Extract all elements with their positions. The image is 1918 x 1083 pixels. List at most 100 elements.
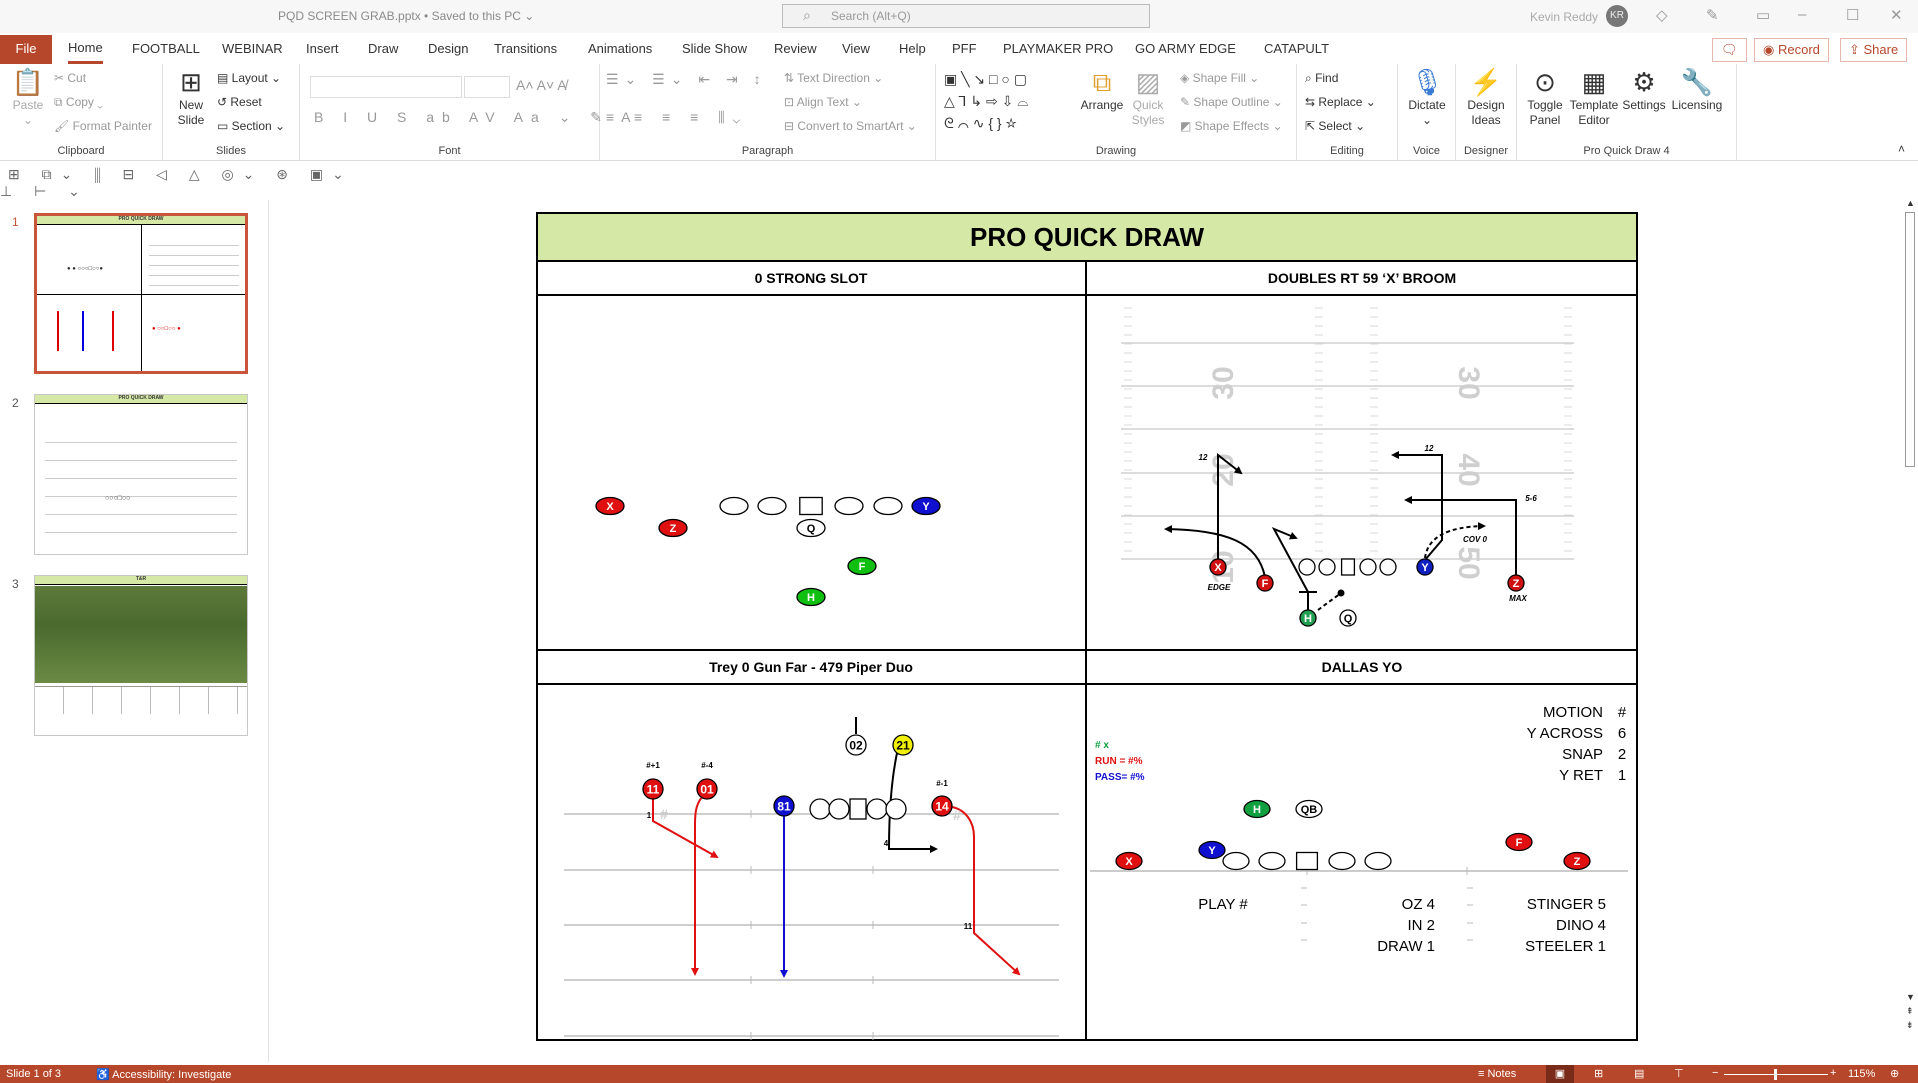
- tab-insert[interactable]: Insert: [306, 35, 339, 64]
- tab-catapult[interactable]: CATAPULT: [1264, 35, 1329, 64]
- list-buttons[interactable]: ☰⌄ ☰⌄ ⇤ ⇥ ↕: [606, 71, 767, 88]
- player-lineman: [757, 496, 787, 516]
- minimize-icon[interactable]: –: [1798, 6, 1806, 23]
- zoom-level[interactable]: 115%: [1848, 1068, 1875, 1080]
- align-buttons[interactable]: ≡ ≡ ≡ ≡ ⫼⌄: [606, 109, 748, 126]
- shapes-gallery[interactable]: ▣ ╲ ↘ □ ○ ▢ △ ⅂ ↳ ⇨ ⇩ ⌓ ᘓ ⌒ ∿ { } ☆: [944, 68, 1074, 134]
- route-label: 4: [884, 839, 889, 848]
- tab-home[interactable]: Home: [68, 35, 103, 64]
- slide-thumbnail-2[interactable]: PRO QUICK DRAW ○○○□○○: [34, 394, 248, 555]
- licensing-button[interactable]: 🔧 Licensing: [1669, 66, 1725, 113]
- tab-draw[interactable]: Draw: [368, 35, 398, 64]
- status-bar: Slide 1 of 3 ♿ Accessibility: Investigat…: [0, 1065, 1918, 1083]
- tab-pff[interactable]: PFF: [952, 35, 977, 64]
- section-button[interactable]: ▭ Section ⌄: [217, 119, 285, 133]
- tab-transitions[interactable]: Transitions: [494, 35, 557, 64]
- drawing-group: ▣ ╲ ↘ □ ○ ▢ △ ⅂ ↳ ⇨ ⇩ ⌓ ᘓ ⌒ ∿ { } ☆ ⧉ Arran…: [936, 64, 1297, 161]
- pen-icon[interactable]: ✎: [1706, 6, 1719, 24]
- slide-canvas[interactable]: PRO QUICK DRAW 0 STRONG SLOT DOUBLES RT 59…: [536, 212, 1638, 1041]
- share-button[interactable]: ⇪ Share: [1840, 38, 1908, 62]
- scroll-thumb[interactable]: [1905, 212, 1915, 467]
- font-size-dropdown[interactable]: [464, 76, 510, 98]
- collapse-ribbon-icon[interactable]: ˄: [1898, 142, 1905, 156]
- slide-thumbnail-3[interactable]: T&R: [34, 575, 248, 736]
- zoom-out-button[interactable]: −: [1712, 1067, 1718, 1079]
- font-name-dropdown[interactable]: [310, 76, 462, 98]
- tab-review[interactable]: Review: [774, 35, 817, 64]
- ball-dot: [1337, 589, 1345, 597]
- new-slide-button[interactable]: ⊞ New Slide: [171, 66, 211, 128]
- tab-go-army-edge[interactable]: GO ARMY EDGE: [1135, 35, 1236, 64]
- tab-animations[interactable]: Animations: [588, 35, 652, 64]
- licensing-label: Licensing: [1671, 98, 1723, 112]
- text-direction-button[interactable]: ⇅ Text Direction ⌄: [784, 71, 883, 85]
- replace-button[interactable]: ⇆ Replace ⌄: [1305, 95, 1376, 109]
- quick-styles-button[interactable]: ▨ Quick Styles: [1128, 66, 1168, 128]
- quick-access-toolbar[interactable]: ⊞ ⧉⌄ ⫼ ⊟ ◁ △ ◎⌄ ⊛ ▣⌄ ⊥ ⊢ ⌄: [0, 166, 370, 199]
- tab-help[interactable]: Help: [899, 35, 926, 64]
- tab-slide-show[interactable]: Slide Show: [682, 35, 747, 64]
- record-button[interactable]: ◉ Record: [1754, 38, 1829, 62]
- zoom-slider-thumb[interactable]: [1774, 1069, 1777, 1080]
- select-button[interactable]: ⇱ Select ⌄: [1305, 119, 1365, 133]
- copy-button[interactable]: ⧉ Copy ⌄: [54, 95, 103, 110]
- play-call: IN 2: [1407, 917, 1435, 934]
- find-button[interactable]: ⌕ Find: [1305, 71, 1338, 86]
- shape-effects-button[interactable]: ◩ Shape Effects ⌄: [1180, 119, 1283, 133]
- avatar[interactable]: KR: [1606, 5, 1628, 27]
- comments-button[interactable]: 🗨: [1712, 38, 1747, 62]
- player-H: H: [796, 587, 826, 607]
- maximize-icon[interactable]: ☐: [1846, 6, 1859, 24]
- paste-button[interactable]: 📋 Paste ⌄: [8, 66, 48, 128]
- fit-slide-icon[interactable]: ⊕: [1890, 1067, 1899, 1080]
- font-size-buttons[interactable]: A˄ A˅ A̸: [516, 77, 567, 93]
- shape-outline-button[interactable]: ✎ Shape Outline ⌄: [1180, 95, 1283, 109]
- slide-sorter-button[interactable]: ⊞: [1594, 1067, 1603, 1080]
- diamond-icon[interactable]: ◇: [1656, 6, 1668, 24]
- align-text-button[interactable]: ⊡ Align Text ⌄: [784, 95, 862, 109]
- cut-button[interactable]: ✂ Cut: [54, 71, 86, 85]
- search-input[interactable]: ⌕ Search (Alt+Q): [782, 4, 1150, 28]
- layout-button[interactable]: ▤ Layout ⌄: [217, 71, 281, 85]
- normal-view-button[interactable]: ▣: [1546, 1065, 1574, 1083]
- tab-football[interactable]: FOOTBALL: [132, 35, 200, 64]
- tab-file[interactable]: File: [0, 35, 52, 64]
- zoom-slider[interactable]: [1724, 1069, 1828, 1080]
- title-bar: PQD SCREEN GRAB.pptx • Saved to this PC …: [0, 0, 1918, 33]
- dictate-button[interactable]: 🎙 Dictate ⌄: [1402, 66, 1452, 128]
- paste-label: Paste: [12, 98, 44, 112]
- shape-fill-button[interactable]: ◈ Shape Fill ⌄: [1180, 71, 1259, 85]
- design-ideas-button[interactable]: ⚡ Design Ideas: [1460, 66, 1512, 128]
- ribbon-display-icon[interactable]: ▭: [1756, 6, 1770, 24]
- reset-label: Reset: [230, 95, 262, 109]
- field-number: 30: [1452, 366, 1485, 399]
- slideshow-button[interactable]: ⊤: [1674, 1067, 1684, 1080]
- reading-view-button[interactable]: ▤: [1634, 1067, 1644, 1080]
- template-editor-button[interactable]: ▦ Template Editor: [1569, 66, 1619, 128]
- close-icon[interactable]: ✕: [1890, 6, 1903, 24]
- toggle-panel-button[interactable]: ⊙ Toggle Panel: [1523, 66, 1567, 128]
- player-label: Q: [1344, 613, 1353, 625]
- settings-button[interactable]: ⚙ Settings: [1619, 66, 1669, 113]
- designer-group: ⚡ Design Ideas Designer: [1456, 64, 1517, 161]
- slide-thumbnail-1[interactable]: PRO QUICK DRAW ● ● ○○○□○○● ● ○○□○○ ●: [34, 213, 248, 374]
- document-title[interactable]: PQD SCREEN GRAB.pptx • Saved to this PC …: [278, 9, 534, 23]
- accessibility-button[interactable]: ♿ Accessibility: Investigate: [96, 1068, 231, 1081]
- convert-smartart-button[interactable]: ⊟ Convert to SmartArt ⌄: [784, 119, 917, 133]
- vertical-scrollbar[interactable]: ▲ ▼ ⇞ ⇟: [1902, 198, 1918, 1044]
- font-group: A˄ A˅ A̸ B I U S ab AV Aa ⌄ ✎ A Font: [300, 64, 631, 161]
- reset-button[interactable]: ↺ Reset: [217, 95, 262, 109]
- tab-view[interactable]: View: [842, 35, 870, 64]
- notes-button[interactable]: ≡ Notes: [1478, 1068, 1516, 1080]
- format-painter-button[interactable]: 🖌 Format Painter: [54, 119, 152, 133]
- arrange-button[interactable]: ⧉ Arrange: [1080, 66, 1124, 113]
- tab-design[interactable]: Design: [428, 35, 468, 64]
- quadrant-header: Trey 0 Gun Far - 479 Piper Duo: [709, 659, 913, 675]
- arrange-label: Arrange: [1080, 98, 1124, 112]
- copy-label: Copy: [65, 95, 94, 109]
- font-format-buttons[interactable]: B I U S ab AV Aa ⌄ ✎ A: [314, 109, 639, 126]
- tab-webinar[interactable]: WEBINAR: [222, 35, 283, 64]
- tab-playmaker-pro[interactable]: PLAYMAKER PRO: [1003, 35, 1113, 64]
- zoom-in-button[interactable]: +: [1830, 1067, 1836, 1079]
- player-label: 21: [896, 738, 910, 752]
